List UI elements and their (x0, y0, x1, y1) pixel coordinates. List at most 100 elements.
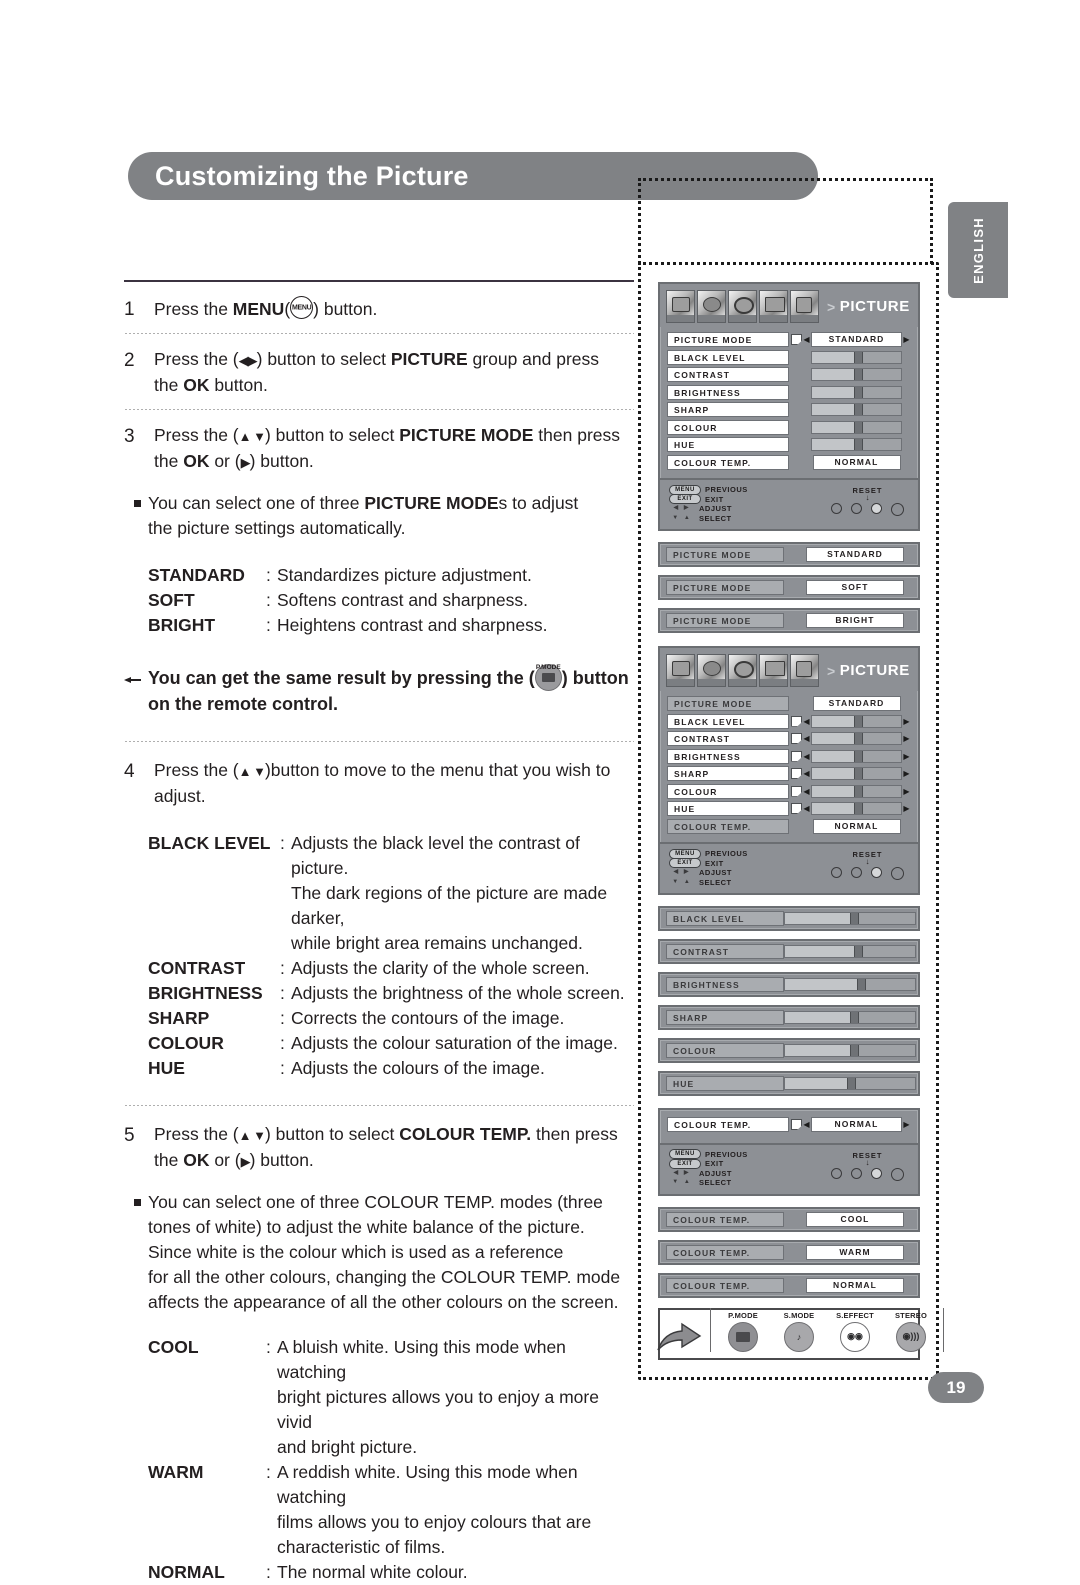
osd-slider[interactable] (811, 714, 902, 728)
tv-category-icon[interactable] (666, 290, 695, 323)
strip-value[interactable]: COOL (806, 1211, 904, 1227)
strip-slider[interactable] (784, 912, 916, 925)
right-arrow-icon[interactable]: ▶ (902, 334, 911, 345)
osd-legend: MENU PREVIOUS EXIT EXIT ◀ ▶ ADJUST ▼ ▲ SELEC… (660, 1142, 918, 1194)
osd-row-colour[interactable]: COLOUR ◀ ▶ (667, 783, 911, 799)
right-arrow-icon[interactable]: ▶ (902, 768, 911, 779)
strip-value[interactable]: BRIGHT (806, 613, 904, 628)
osd-row-picture-mode[interactable]: PICTURE MODE STANDARD (667, 696, 911, 711)
osd-row-hue[interactable]: HUE ◀ ▶ (667, 801, 911, 816)
osd-row-sharp[interactable]: SHARP (667, 402, 911, 417)
osd-row-colour[interactable]: COLOUR (667, 419, 911, 435)
osd-row-contrast[interactable]: CONTRAST (667, 367, 911, 382)
left-arrow-icon[interactable]: ◀ (802, 733, 811, 744)
osd-row-contrast[interactable]: CONTRAST ◀ ▶ (667, 731, 911, 746)
music-category-icon[interactable] (697, 654, 726, 687)
clock-category-icon[interactable] (728, 654, 757, 687)
sound-mode-icon[interactable]: ♪ (784, 1321, 814, 1352)
strip-colour-temp-cool[interactable]: COLOUR TEMP. COOL (658, 1206, 920, 1232)
osd-row-picture-mode[interactable]: PICTURE MODE ◀ STANDARD ▶ (667, 332, 911, 347)
step-3-ok-word: OK (183, 451, 210, 471)
left-arrow-icon[interactable]: ◀ (802, 751, 811, 762)
strip-black-level[interactable]: BLACK LEVEL (658, 906, 920, 931)
strip-colour-temp-normal[interactable]: COLOUR TEMP. NORMAL (658, 1272, 920, 1298)
strip-contrast[interactable]: CONTRAST (658, 939, 920, 964)
osd-row-black-level[interactable]: BLACK LEVEL (667, 349, 911, 365)
left-arrow-icon[interactable]: ◀ (802, 334, 811, 345)
right-arrow-icon[interactable]: ▶ (902, 786, 911, 797)
strip-hue[interactable]: HUE (658, 1071, 920, 1096)
strip-value[interactable]: SOFT (806, 580, 904, 595)
osd-row-brightness[interactable]: BRIGHTNESS ◀ ▶ (667, 748, 911, 764)
step-3-note-b: s to adjust (498, 493, 579, 513)
def-continuation: characteristic of films. (277, 1537, 446, 1557)
strip-value[interactable]: WARM (806, 1244, 904, 1260)
strip-value[interactable]: STANDARD (806, 547, 904, 562)
osd-slider[interactable] (811, 368, 902, 381)
tv-category-icon[interactable] (666, 654, 695, 687)
strip-brightness[interactable]: BRIGHTNESS (658, 972, 920, 997)
osd-row-colour-temp[interactable]: COLOUR TEMP. NORMAL (667, 454, 911, 470)
osd-slider[interactable] (811, 732, 902, 745)
strip-slider[interactable] (784, 1011, 916, 1024)
video-category-icon[interactable] (759, 654, 788, 687)
left-arrow-icon[interactable]: ◀ (802, 1119, 811, 1130)
osd-row-colour-temp[interactable]: COLOUR TEMP. NORMAL (667, 818, 911, 834)
strip-colour-temp-warm[interactable]: COLOUR TEMP. WARM (658, 1239, 920, 1265)
video-category-icon[interactable] (759, 290, 788, 323)
strip-label: CONTRAST (666, 944, 784, 959)
right-arrow-icon[interactable]: ▶ (902, 751, 911, 762)
osd-slider[interactable] (811, 767, 902, 780)
strip-slider[interactable] (784, 945, 916, 958)
osd-row-label: COLOUR (667, 419, 789, 435)
remote-button-s-mode[interactable]: S.MODE ♪ (777, 1311, 821, 1352)
osd-slider[interactable] (811, 385, 902, 399)
osd-slider[interactable] (811, 438, 902, 451)
osd-row-sharp[interactable]: SHARP ◀ ▶ (667, 766, 911, 781)
stereo-icon[interactable]: ◉))) (896, 1321, 926, 1352)
strip-value[interactable]: NORMAL (806, 1277, 904, 1293)
osd-slider[interactable] (811, 350, 902, 364)
osd-row-value[interactable]: NORMAL (811, 1117, 902, 1132)
music-category-icon[interactable] (697, 290, 726, 323)
remote-button-stereo[interactable]: STEREO ◉))) (889, 1311, 933, 1352)
osd-row-value[interactable]: NORMAL (812, 454, 901, 470)
osd-slider[interactable] (811, 802, 902, 815)
remote-button-s-effect[interactable]: S.EFFECT ◉◉ (833, 1311, 877, 1352)
sound-effect-icon[interactable]: ◉◉ (840, 1321, 870, 1352)
setup-category-icon[interactable] (790, 290, 819, 323)
strip-picture-mode-standard[interactable]: PICTURE MODE STANDARD (658, 542, 920, 567)
strip-slider[interactable] (784, 978, 916, 991)
right-arrow-icon[interactable]: ▶ (902, 733, 911, 744)
left-arrow-icon[interactable]: ◀ (802, 803, 811, 814)
setup-category-icon[interactable] (790, 654, 819, 687)
right-arrow-icon[interactable]: ▶ (902, 1119, 911, 1130)
strip-slider[interactable] (784, 1077, 916, 1090)
osd-row-value[interactable]: STANDARD (812, 696, 901, 711)
osd-slider[interactable] (811, 749, 902, 763)
osd-row-hue[interactable]: HUE (667, 437, 911, 452)
strip-slider[interactable] (784, 1044, 916, 1057)
osd-slider[interactable] (811, 403, 902, 416)
osd-row-brightness[interactable]: BRIGHTNESS (667, 384, 911, 400)
remote-button-p-mode[interactable]: P.MODE (721, 1311, 765, 1352)
left-arrow-icon[interactable]: ◀ (802, 768, 811, 779)
osd-legend-keys: MENU PREVIOUS EXIT EXIT ◀ ▶ ADJUST ▼ ▲ SELEC… (669, 484, 748, 523)
strip-sharp[interactable]: SHARP (658, 1005, 920, 1030)
right-arrow-icon[interactable]: ▶ (902, 803, 911, 814)
picture-mode-icon[interactable] (728, 1321, 758, 1352)
strip-label: PICTURE MODE (666, 580, 784, 595)
osd-row-value[interactable]: NORMAL (812, 818, 901, 834)
strip-colour[interactable]: COLOUR (658, 1038, 920, 1063)
strip-picture-mode-soft[interactable]: PICTURE MODE SOFT (658, 575, 920, 600)
osd-slider[interactable] (811, 784, 902, 798)
osd-row-colour-temp[interactable]: COLOUR TEMP. ◀ NORMAL ▶ (667, 1117, 911, 1132)
right-arrow-icon[interactable]: ▶ (902, 716, 911, 727)
left-arrow-icon[interactable]: ◀ (802, 786, 811, 797)
osd-slider[interactable] (811, 420, 902, 434)
strip-picture-mode-bright[interactable]: PICTURE MODE BRIGHT (658, 608, 920, 633)
clock-category-icon[interactable] (728, 290, 757, 323)
left-arrow-icon[interactable]: ◀ (802, 716, 811, 727)
osd-row-black-level[interactable]: BLACK LEVEL ◀ ▶ (667, 713, 911, 729)
osd-row-value[interactable]: STANDARD (811, 332, 902, 347)
